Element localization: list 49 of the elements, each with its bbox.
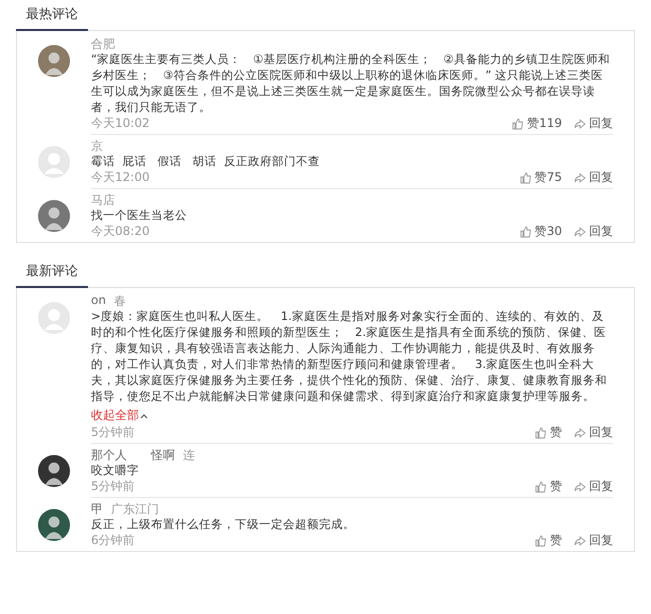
comment-text: 霉话 屁话 假话 胡话 反正政府部门不查 <box>91 153 321 169</box>
share-arrow-icon <box>574 480 586 492</box>
reply-button[interactable]: 回复 <box>574 478 613 495</box>
user-location: 京 <box>91 138 103 153</box>
share-arrow-icon <box>574 534 586 546</box>
thumbs-up-icon <box>535 534 547 546</box>
user-name[interactable]: 甲 <box>91 501 103 516</box>
collapse-link[interactable]: 收起全部 <box>91 407 148 424</box>
comment-time: 5分钟前 <box>91 424 135 441</box>
user-location: 广东江门 <box>111 501 159 516</box>
share-arrow-icon <box>574 172 586 184</box>
user-location: 春 <box>114 293 126 308</box>
user-location: 合肥 <box>91 36 115 51</box>
like-button[interactable]: 赞30 <box>520 223 562 240</box>
comment-time: 6分钟前 <box>91 532 135 549</box>
comment-text: >度娘：家庭医生也叫私人医生。 1.家庭医生是指对服务对象实行全面的、连续的、有效的、及时的和个性化医疗保健服务和照顾的新型医生； 2.家庭医生是指具有全面系统的预防、保健、医疗、康复知识，具有较强语言表达能力、人际沟通能力、工作协调能力，能提供及时、有效服务的，对工作认真负责，对人们非常热情的新型医疗顾问和健康管理者。 3.家庭医生也叫全科大夫，其以家庭医疗保健服务为主要任务，提供个性化的预防、保健、治疗、康复、健康教育服务和指导，使您足不出户就能解决日常健康问题和保健需求、得到家庭治疗和家庭康复护理等服务。 <box>91 308 608 404</box>
user-location: 马店 <box>91 192 115 207</box>
thumbs-up-icon <box>520 172 532 184</box>
thumbs-up-icon <box>535 480 547 492</box>
reply-button[interactable]: 回复 <box>574 424 613 441</box>
comment-text: 反正，上级布置什么任务，下级一定会超额完成。 <box>91 516 356 532</box>
thumbs-up-icon <box>520 226 532 238</box>
caret-icon <box>140 412 148 418</box>
comment-time: 今天10:02 <box>91 115 150 132</box>
comment-time: 5分钟前 <box>91 478 135 495</box>
comment-text: “家庭医生主要有三类人员： ①基层医疗机构注册的全科医生； ②具备能力的乡镇卫生院医师和乡村医生； ③符合条件的公立医院医师和中级以上职称的退休临床医师。” 这只能说上述三类医生可以成为家庭医生，但不是说上述三类医生就一定是家庭医生。国务院微型公众号都在误导读者，我们只能无语了。 <box>91 51 611 115</box>
user-location: 连 <box>183 447 195 462</box>
reply-button[interactable]: 回复 <box>574 115 613 132</box>
thumbs-up-icon <box>535 426 547 438</box>
share-arrow-icon <box>574 226 586 238</box>
reply-button[interactable]: 回复 <box>574 223 613 240</box>
like-button[interactable]: 赞 <box>535 424 562 441</box>
reply-button[interactable]: 回复 <box>574 169 613 186</box>
user-name[interactable]: 那个人 怪啊 <box>91 447 175 462</box>
share-arrow-icon <box>574 426 586 438</box>
reply-button[interactable]: 回复 <box>574 532 613 549</box>
thumbs-up-icon <box>512 118 524 130</box>
comment-text: 咬文嚼字 <box>91 462 140 478</box>
comment-time: 今天12:00 <box>91 169 150 186</box>
comment-text: 找一个医生当老公 <box>91 207 188 223</box>
user-name[interactable]: on <box>91 293 106 308</box>
share-arrow-icon <box>574 118 586 130</box>
like-button[interactable]: 赞 <box>535 478 562 495</box>
like-button[interactable]: 赞119 <box>512 115 562 132</box>
like-button[interactable]: 赞75 <box>520 169 562 186</box>
section-tab[interactable]: 最热评论 <box>16 5 88 31</box>
comment-time: 今天08:20 <box>91 223 150 240</box>
section-tab[interactable]: 最新评论 <box>16 262 88 288</box>
like-button[interactable]: 赞 <box>535 532 562 549</box>
